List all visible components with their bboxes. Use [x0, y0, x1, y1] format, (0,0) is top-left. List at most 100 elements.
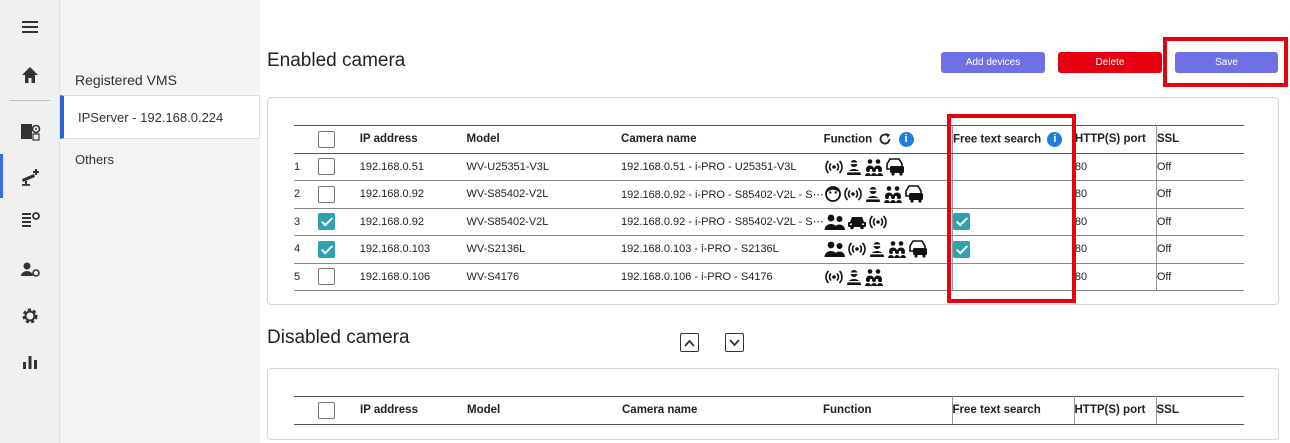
cell-function [823, 263, 953, 291]
table-row[interactable]: 2 192.168.0.92 WV-S85402-V2L 192.168.0.92 -… [294, 180, 1244, 209]
cell-ssl: Off [1156, 180, 1244, 209]
header-select-all [317, 125, 360, 154]
cell-ip-address: 192.168.0.92 [359, 208, 467, 236]
camera-config-icon[interactable] [17, 207, 43, 233]
cell-ssl: Off [1156, 263, 1244, 291]
cell-model: WV-U25351-V3L [466, 153, 622, 181]
row-select [317, 208, 360, 236]
disabled-header-free-text-search[interactable]: Free text search [952, 396, 1075, 425]
user-settings-icon[interactable] [17, 256, 43, 282]
car-icon [847, 216, 868, 230]
enabled-camera-title: Enabled camera [267, 50, 406, 71]
cell-ip-address: 192.168.0.51 [359, 153, 467, 181]
row-select [317, 180, 360, 209]
row-checkbox[interactable] [317, 158, 335, 176]
menu-icon[interactable] [17, 14, 43, 40]
audio-waves-icon [847, 242, 868, 256]
chevron-up-icon [684, 339, 695, 347]
header-row-number [294, 125, 318, 154]
disabled-header-row-number [294, 396, 318, 425]
row-select [317, 263, 360, 291]
cell-ssl: Off [1156, 235, 1244, 264]
table-header-row: IP address Model Camera name Function i … [294, 125, 1244, 154]
disabled-header-function[interactable]: Function [823, 396, 953, 425]
cell-ssl: Off [1156, 208, 1244, 236]
disabled-header-model[interactable]: Model [467, 396, 622, 425]
cell-model: WV-S4176 [466, 263, 622, 291]
row-checkbox[interactable] [317, 213, 335, 231]
cell-camera-name: 192.168.0.106 - i-PRO - S4176 [621, 263, 824, 291]
row-select [317, 235, 360, 264]
cell-ip-address: 192.168.0.106 [359, 263, 467, 291]
bar-chart-icon[interactable] [17, 348, 43, 374]
cell-camera-name: 192.168.0.51 - i-PRO - U25351-V3L [621, 153, 824, 181]
move-up-button[interactable] [680, 333, 699, 352]
row-number: 3 [294, 208, 318, 236]
disabled-header-ssl[interactable]: SSL [1156, 396, 1244, 425]
header-ip-address[interactable]: IP address [359, 125, 467, 154]
cell-ip-address: 192.168.0.92 [359, 180, 467, 209]
vehicle-icon [885, 157, 908, 176]
move-down-button[interactable] [725, 333, 744, 352]
row-checkbox[interactable] [317, 185, 335, 203]
two-persons-icon [824, 241, 847, 258]
cell-camera-name: 192.168.0.92 - i-PRO - S85402-V2L - S⋯ [621, 208, 824, 236]
registered-vms-panel: Registered VMS IPServer - 192.168.0.224 … [60, 0, 260, 443]
table-row[interactable]: 1 192.168.0.51 WV-U25351-V3L 192.168.0.51 -… [294, 153, 1244, 181]
disabled-header-http-port[interactable]: HTTP(S) port [1074, 396, 1157, 425]
vms-item-others[interactable]: Others [75, 152, 114, 167]
cell-function [823, 180, 953, 209]
refresh-icon[interactable] [878, 132, 892, 146]
row-select [317, 153, 360, 181]
cell-http-port: 80 [1074, 180, 1157, 209]
select-all-checkbox[interactable] [317, 130, 335, 148]
header-model[interactable]: Model [466, 125, 622, 154]
table-row[interactable]: 5 192.168.0.106 WV-S4176 192.168.0.106 - i-… [294, 263, 1244, 291]
people-group-icon [887, 241, 908, 259]
cell-model: WV-S85402-V2L [466, 180, 622, 209]
header-function-label: Function [823, 133, 873, 146]
disabled-camera-table: IP address Model Camera name Function Fr… [294, 396, 1244, 425]
header-http-port[interactable]: HTTP(S) port [1074, 125, 1157, 154]
row-checkbox[interactable] [317, 268, 335, 286]
gear-icon[interactable] [17, 303, 43, 329]
enabled-camera-table: IP address Model Camera name Function i … [294, 125, 1244, 291]
header-function: Function i [823, 125, 953, 154]
disabled-camera-title: Disabled camera [267, 327, 410, 348]
chevron-down-icon [729, 338, 740, 346]
disabled-header-ip-address[interactable]: IP address [360, 396, 467, 425]
vms-item-ipserver[interactable]: IPServer - 192.168.0.224 [60, 95, 260, 139]
home-icon[interactable] [17, 62, 43, 88]
free-text-search-highlight-box [947, 114, 1076, 303]
vms-panel-title: Registered VMS [75, 72, 177, 88]
audio-waves-icon [868, 215, 889, 229]
header-ssl[interactable]: SSL [1156, 125, 1244, 154]
people-group-icon [864, 158, 885, 176]
people-group-icon [864, 268, 885, 286]
face-person-icon [845, 159, 864, 175]
row-number: 2 [294, 180, 318, 209]
table-row[interactable]: 3 192.168.0.92 WV-S85402-V2L 192.168.0.92 -… [294, 208, 1244, 236]
audio-waves-icon [843, 187, 864, 201]
left-navigation-rail [0, 0, 60, 443]
cell-model: WV-S2136L [466, 235, 622, 264]
add-devices-button[interactable]: Add devices [941, 52, 1045, 73]
delete-button[interactable]: Delete [1058, 52, 1162, 73]
save-highlight-box [1163, 37, 1288, 87]
disabled-select-all-checkbox[interactable] [318, 401, 335, 419]
face-person-icon [864, 187, 883, 203]
camera-list-icon[interactable] [17, 163, 43, 189]
disabled-header-select-all [318, 396, 360, 425]
cell-http-port: 80 [1074, 153, 1157, 181]
disabled-table-header-row: IP address Model Camera name Function Fr… [294, 396, 1244, 425]
table-row[interactable]: 4 192.168.0.103 WV-S2136L 192.168.0.103 - i… [294, 235, 1244, 264]
camera-settings-icon[interactable] [17, 118, 43, 144]
row-number: 1 [294, 153, 318, 181]
audio-waves-icon [824, 160, 845, 174]
header-camera-name[interactable]: Camera name [621, 125, 824, 154]
cell-camera-name: 192.168.0.103 - i-PRO - S2136L [621, 235, 824, 264]
face-icon [824, 186, 843, 203]
row-checkbox[interactable] [317, 240, 335, 258]
disabled-header-camera-name[interactable]: Camera name [622, 396, 823, 425]
function-info-icon[interactable]: i [898, 131, 914, 147]
